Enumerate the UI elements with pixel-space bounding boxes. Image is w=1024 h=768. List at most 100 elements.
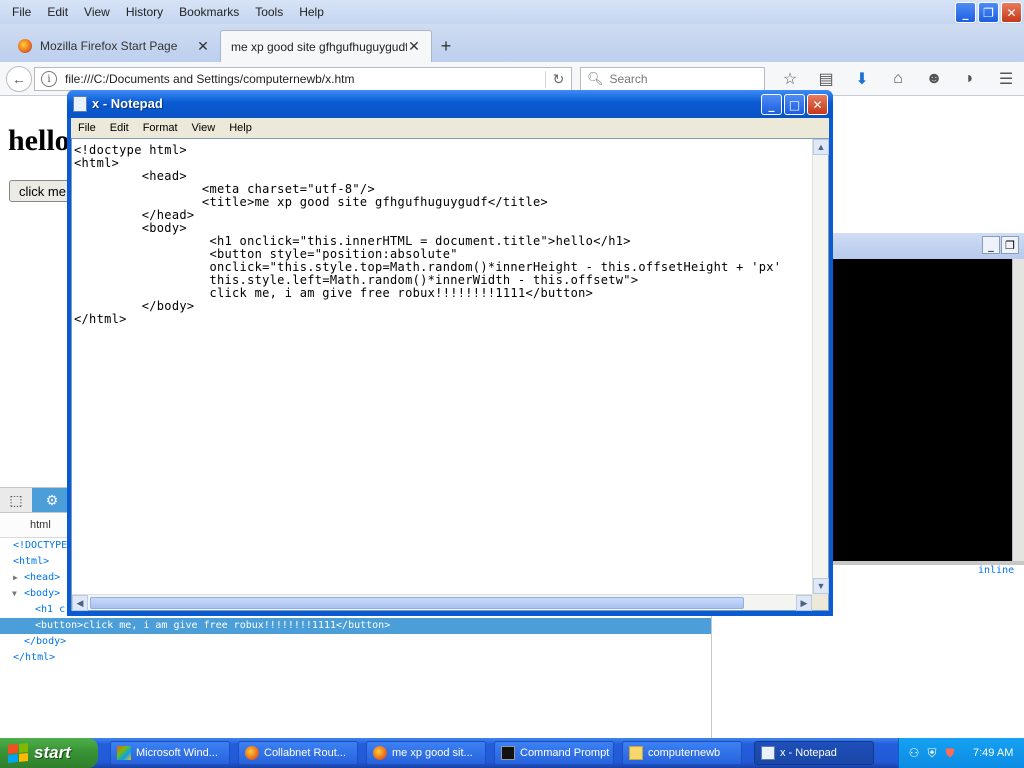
url-bar[interactable]: i file:///C:/Documents and Settings/comp… <box>34 67 572 91</box>
search-icon: 🔍︎ <box>587 71 604 86</box>
cmd-scrollbar[interactable] <box>1012 259 1024 561</box>
notepad-icon <box>73 96 87 112</box>
search-input[interactable]: 🔍︎ Search <box>580 67 765 91</box>
task-firefox-page[interactable]: me xp good sit... <box>366 741 486 765</box>
tree-node-selected[interactable]: <button>click me, i am give free robux!!… <box>0 618 712 634</box>
pocket-icon[interactable]: ◗ <box>952 67 988 91</box>
gear-icon: ⚙ <box>45 491 59 508</box>
task-notepad[interactable]: x - Notepad <box>754 741 874 765</box>
tab-close-icon[interactable]: ✕ <box>407 38 421 55</box>
menu-bookmarks[interactable]: Bookmarks <box>171 5 247 19</box>
menu-help[interactable]: Help <box>222 122 259 134</box>
horizontal-scrollbar[interactable]: ◀ ▶ <box>72 594 812 611</box>
tree-node[interactable]: <html> <box>13 554 49 570</box>
scroll-left-icon[interactable]: ◀ <box>72 595 88 611</box>
cmd-icon <box>501 746 515 760</box>
menu-history[interactable]: History <box>118 5 171 19</box>
tree-node[interactable]: <head> <box>24 570 60 586</box>
task-label: Collabnet Rout... <box>264 747 346 759</box>
tab-start-page[interactable]: Mozilla Firefox Start Page ✕ <box>8 30 220 62</box>
task-microsoft-windows[interactable]: Microsoft Wind... <box>110 741 230 765</box>
folder-icon <box>629 746 643 760</box>
tab-close-icon[interactable]: ✕ <box>196 38 210 55</box>
breadcrumb-html[interactable]: html <box>30 519 51 531</box>
cmd-console[interactable] <box>832 259 1012 561</box>
task-label: computernewb <box>648 747 721 759</box>
close-button[interactable]: ✕ <box>807 94 828 115</box>
resize-grip-icon[interactable] <box>812 594 828 610</box>
cmd-restore-button[interactable]: ❐ <box>1001 236 1019 254</box>
inspector-tab[interactable]: ⚙ <box>32 488 72 512</box>
start-label: start <box>34 743 71 762</box>
display-inline-label: inline <box>978 565 1015 576</box>
notepad-window: x - Notepad _ □ ✕ File Edit Format View … <box>67 90 833 616</box>
tree-node-text: </html> <box>13 652 56 663</box>
menu-edit[interactable]: Edit <box>39 5 76 19</box>
toolbar-icons: ☆ ▤ ⬇ ⌂ ☻ ◗ ☰ <box>772 67 1024 91</box>
task-label: x - Notepad <box>780 747 837 759</box>
tab-title: Mozilla Firefox Start Page <box>40 39 178 53</box>
menu-tools[interactable]: Tools <box>247 5 291 19</box>
tree-node[interactable]: <h1 c <box>35 602 65 618</box>
new-tab-button[interactable]: + <box>432 30 460 62</box>
menu-help[interactable]: Help <box>291 5 332 19</box>
alert-shield-icon[interactable]: ⛊ <box>943 746 957 760</box>
collapse-arrow-icon[interactable]: ▼ <box>12 589 17 598</box>
menu-view[interactable]: View <box>185 122 223 134</box>
url-text: file:///C:/Documents and Settings/comput… <box>65 72 355 86</box>
search-placeholder: Search <box>609 72 648 86</box>
tab-active-page[interactable]: me xp good site gfhgufhuguygudf ✕ <box>220 30 432 62</box>
scroll-thumb[interactable] <box>90 597 744 609</box>
download-icon[interactable]: ⬇ <box>844 67 880 91</box>
notepad-titlebar[interactable]: x - Notepad _ □ ✕ <box>67 90 833 118</box>
back-button[interactable]: ← <box>6 65 32 92</box>
menu-edit[interactable]: Edit <box>103 122 136 134</box>
notepad-text-content[interactable]: <!doctype html> <html> <head> <meta char… <box>74 144 812 594</box>
menu-file[interactable]: File <box>71 122 103 134</box>
start-button[interactable]: start <box>0 738 98 768</box>
tree-node[interactable]: </html> <box>13 650 55 666</box>
vertical-scrollbar[interactable]: ▲ ▼ <box>812 139 829 594</box>
tree-node-text: <head> <box>24 572 61 583</box>
menu-file[interactable]: File <box>4 5 39 19</box>
windows-update-icon <box>117 746 131 760</box>
close-button[interactable]: ✕ <box>1001 2 1022 23</box>
element-picker-icon[interactable]: ⬚ <box>0 488 32 512</box>
maximize-button[interactable]: □ <box>784 94 805 115</box>
scroll-right-icon[interactable]: ▶ <box>796 595 812 611</box>
star-icon[interactable]: ☆ <box>772 67 808 91</box>
page-heading[interactable]: hello <box>8 124 70 158</box>
security-shield-icon[interactable]: ⛨ <box>925 746 939 760</box>
menu-format[interactable]: Format <box>136 122 185 134</box>
menu-view[interactable]: View <box>76 5 118 19</box>
minimize-button[interactable]: _ <box>761 94 782 115</box>
tree-node-text: <html> <box>13 556 50 567</box>
tree-node[interactable]: </body> <box>24 634 66 650</box>
clock[interactable]: 7:49 AM <box>973 747 1013 759</box>
scroll-down-icon[interactable]: ▼ <box>813 578 829 594</box>
scroll-up-icon[interactable]: ▲ <box>813 139 829 155</box>
restore-button[interactable]: ❐ <box>978 2 999 23</box>
task-collabnet[interactable]: Collabnet Rout... <box>238 741 358 765</box>
task-command-prompt[interactable]: Command Prompt <box>494 741 614 765</box>
notepad-icon <box>761 746 775 760</box>
tab-title: me xp good site gfhgufhuguygudf <box>231 39 407 54</box>
task-computernewb-folder[interactable]: computernewb <box>622 741 742 765</box>
tree-node-text: <button>click me, i am give free robux!!… <box>35 620 391 631</box>
notepad-editor[interactable]: <!doctype html> <html> <head> <meta char… <box>71 138 829 611</box>
firefox-icon <box>245 746 259 760</box>
windows-flag-icon <box>8 742 28 764</box>
notepad-title: x - Notepad <box>92 96 163 111</box>
system-tray: ⚇ ⛨ ⛊ 7:49 AM <box>898 738 1024 768</box>
smiley-icon[interactable]: ☻ <box>916 67 952 91</box>
site-info-icon[interactable]: i <box>41 71 57 87</box>
network-icon[interactable]: ⚇ <box>907 746 921 760</box>
menu-icon[interactable]: ☰ <box>988 67 1024 91</box>
minimize-button[interactable]: _ <box>955 2 976 23</box>
reload-icon[interactable]: ↻ <box>545 70 571 88</box>
tree-node[interactable]: <body> <box>24 586 60 602</box>
expand-arrow-icon[interactable]: ▶ <box>13 573 18 582</box>
home-icon[interactable]: ⌂ <box>880 67 916 91</box>
cmd-minimize-button[interactable]: _ <box>982 236 1000 254</box>
reading-list-icon[interactable]: ▤ <box>808 67 844 91</box>
